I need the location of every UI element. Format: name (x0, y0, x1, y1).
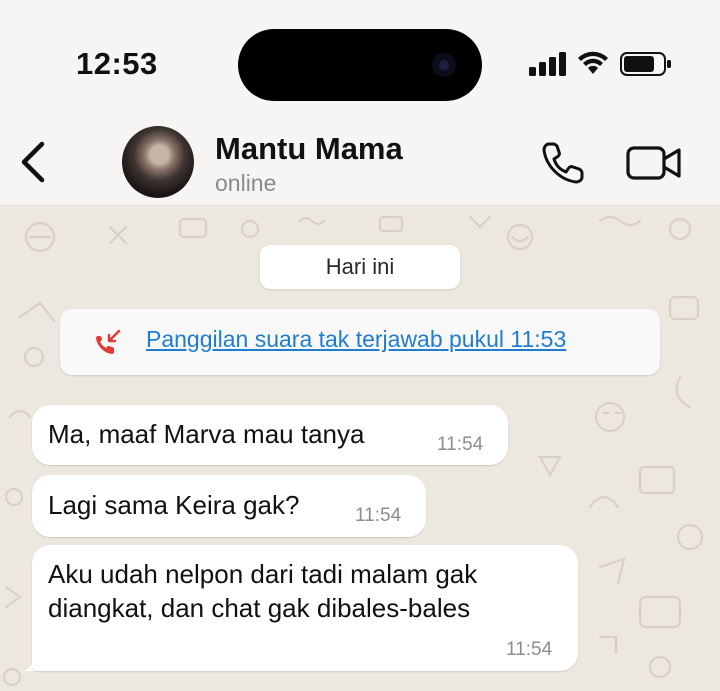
message-text: Ma, maaf Marva mau tanya (48, 419, 365, 449)
front-camera-icon (432, 53, 456, 77)
battery-icon (620, 52, 671, 76)
video-camera-icon (626, 146, 681, 180)
message-line: diangkat, dan chat gak dibales-bales (48, 593, 471, 623)
status-time: 12:53 (76, 46, 158, 81)
message-time: 11:54 (355, 505, 402, 526)
missed-call-icon (96, 329, 121, 354)
cellular-signal-icon (529, 52, 566, 76)
chat-area[interactable]: Hari ini Panggilan suara tak terjawab pu… (0, 207, 720, 691)
message-text: Aku udah nelpon dari tadi malam gak dian… (48, 557, 477, 625)
avatar[interactable] (122, 126, 194, 198)
chevron-left-icon (21, 141, 45, 183)
voice-call-button[interactable] (540, 140, 586, 186)
message-text: Lagi sama Keira gak? (48, 490, 300, 520)
date-divider: Hari ini (260, 245, 460, 289)
status-bar: 12:53 (0, 0, 720, 120)
message-bubble[interactable]: Lagi sama Keira gak? 11:54 (32, 475, 426, 537)
message-bubble[interactable]: Ma, maaf Marva mau tanya 11:54 (32, 405, 508, 465)
message-time: 11:54 (506, 639, 553, 660)
back-button[interactable] (14, 138, 50, 186)
message-line: Aku udah nelpon dari tadi malam gak (48, 559, 478, 589)
dynamic-island (238, 29, 482, 101)
message-time: 11:54 (437, 434, 484, 455)
missed-call-link[interactable]: Panggilan suara tak terjawab pukul 11:53 (146, 326, 566, 353)
chat-header: Mantu Mama online (0, 120, 720, 206)
contact-status: online (215, 170, 277, 196)
video-call-button[interactable] (626, 144, 682, 182)
phone-icon (542, 142, 584, 184)
contact-name[interactable]: Mantu Mama (215, 131, 403, 167)
wifi-icon (578, 51, 608, 74)
message-bubble[interactable]: Aku udah nelpon dari tadi malam gak dian… (32, 545, 578, 671)
missed-call-notice[interactable]: Panggilan suara tak terjawab pukul 11:53 (60, 309, 660, 375)
